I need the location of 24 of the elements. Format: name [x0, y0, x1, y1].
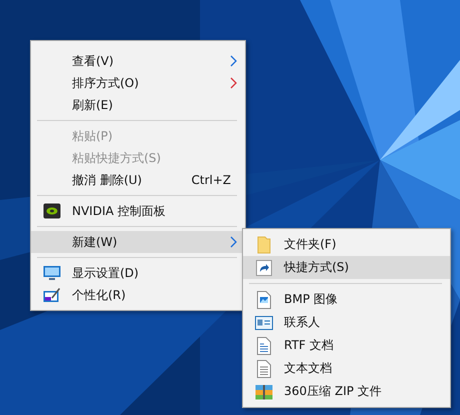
menu-item[interactable]: BMP 图像 [243, 288, 450, 311]
monitor-icon [42, 265, 60, 281]
menu-item[interactable]: 撤消 删除(U) Ctrl+Z [31, 169, 245, 191]
menu-item[interactable]: 刷新(E) [31, 94, 245, 116]
menu-item[interactable]: 快捷方式(S) [243, 256, 450, 279]
menu-item[interactable]: 新建(W) [31, 231, 245, 253]
menu-item[interactable]: RTF 文档 [243, 334, 450, 357]
menu-item[interactable]: 文件夹(F) [243, 233, 450, 256]
menu-item[interactable]: 显示设置(D) [31, 262, 245, 284]
archive-icon [254, 384, 272, 400]
contact-card-icon [254, 316, 272, 330]
image-file-icon [256, 290, 270, 308]
menu-item[interactable]: NVIDIA 控制面板 [31, 200, 245, 222]
menu-item[interactable]: 360压缩 ZIP 文件 [243, 380, 450, 403]
chip-icon [42, 203, 60, 219]
menu-item[interactable]: 查看(V) [31, 50, 245, 72]
menu-item[interactable]: 文本文档 [243, 357, 450, 380]
menu-item[interactable]: 排序方式(O) [31, 72, 245, 94]
folder-icon [256, 236, 270, 254]
text-file-icon [256, 360, 270, 378]
document-icon [256, 336, 270, 354]
menu-item[interactable]: 联系人 [243, 311, 450, 334]
menu-item[interactable]: 个性化(R) [31, 284, 245, 306]
paint-screen-icon [42, 286, 60, 304]
